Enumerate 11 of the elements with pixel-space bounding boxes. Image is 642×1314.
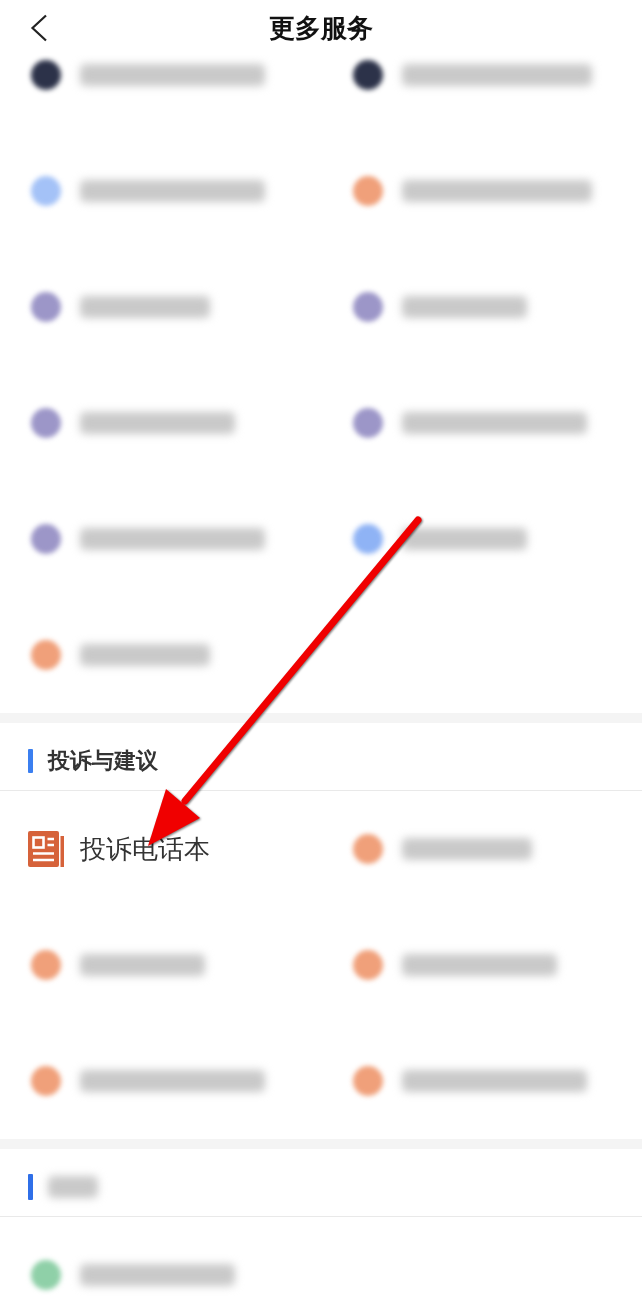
- newspaper-icon[interactable]: [28, 831, 64, 867]
- section-title: 投诉与建议: [48, 746, 158, 775]
- blurred-circle-icon[interactable]: [353, 60, 383, 90]
- section-marker-icon: [28, 748, 33, 773]
- page-title: 更多服务: [269, 12, 373, 45]
- service-label[interactable]: 投诉电话本: [80, 831, 210, 867]
- back-icon[interactable]: [30, 14, 48, 42]
- blurred-circle-icon[interactable]: [31, 60, 61, 90]
- blurred-text-bar: [48, 1175, 98, 1198]
- blurred-text-bar[interactable]: [402, 528, 527, 550]
- section-marker-icon: [28, 1173, 33, 1200]
